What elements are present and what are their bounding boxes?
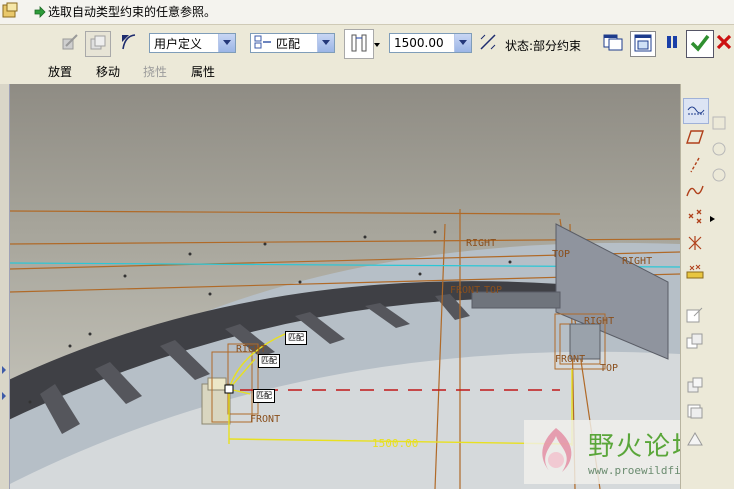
datum-axis-button[interactable] — [683, 154, 707, 178]
datum-curve-icon — [686, 182, 704, 203]
datum-label-top: TOP — [552, 249, 570, 260]
datum-label-top: TOP — [484, 285, 502, 296]
placement-combo-value: 用户定义 — [154, 36, 203, 51]
placement-icon — [60, 32, 80, 55]
constraint-status: 状态:部分约束 — [505, 39, 582, 53]
left-sash[interactable] — [0, 84, 10, 489]
tab-properties[interactable]: 属性 — [191, 63, 215, 80]
chevron-down-icon — [317, 34, 334, 52]
forum-watermark: 野火论坛 www.proewildfire.cn — [524, 420, 680, 484]
offset-type-icon — [349, 33, 369, 56]
tab-flexibility: 挠性 — [143, 65, 168, 79]
pause-icon — [665, 34, 679, 53]
analysis-feature-button[interactable] — [683, 260, 707, 284]
selection-handle[interactable] — [224, 384, 234, 394]
shape-icon — [710, 140, 728, 161]
datum-point-button[interactable] — [683, 206, 707, 230]
constraint-type-value: 匹配 — [276, 36, 301, 51]
placement-combo[interactable]: 用户定义 — [149, 33, 236, 53]
sketch-icon — [686, 306, 704, 327]
check-icon — [690, 33, 710, 56]
copy-tool-button[interactable] — [683, 330, 707, 354]
sketch-tool-button[interactable] — [683, 304, 707, 328]
prompt-message: 选取自动类型约束的任意参照。 — [48, 5, 217, 19]
component-placement-dashboard: 选取自动类型约束的任意参照。 用户定义 匹配 1500.00 状态:部分约束 放… — [0, 0, 734, 85]
coordinate-system-icon — [686, 234, 704, 255]
datum-point-icon — [686, 208, 704, 229]
disabled-tool-icon — [707, 138, 731, 162]
tab-move[interactable]: 移动 — [96, 63, 120, 80]
offset-value-combo[interactable]: 1500.00 — [389, 33, 472, 53]
datum-label-right: RIGHT — [622, 256, 652, 267]
datum-axis-icon — [686, 156, 704, 177]
shape-icon — [710, 114, 728, 135]
close-icon — [716, 34, 732, 53]
connection-icon — [119, 32, 139, 55]
connection-type-button[interactable] — [117, 31, 141, 55]
sash-arrows-icon — [2, 366, 6, 400]
separate-window-button[interactable] — [85, 31, 111, 57]
datum-curve-toggle[interactable] — [683, 98, 709, 124]
chevron-down-icon — [218, 34, 235, 52]
dashboard-tabs: 放置 移动 挠性 属性 — [0, 62, 734, 82]
disabled-tool-icon — [707, 164, 731, 188]
datum-label-front: FRONT — [555, 354, 585, 365]
component-icon — [686, 376, 704, 397]
pause-button[interactable] — [660, 31, 684, 55]
datum-label-right: RIGHT — [584, 316, 614, 327]
disabled-tool-icon — [707, 112, 731, 136]
constraint-tag[interactable]: 匹配 — [258, 354, 280, 368]
layer-tool-button[interactable] — [683, 400, 707, 424]
constraint-tag[interactable]: 匹配 — [285, 331, 307, 345]
flip-icon — [479, 33, 497, 54]
tab-placement[interactable]: 放置 — [48, 63, 72, 80]
message-prompt-bar: 选取自动类型约束的任意参照。 — [0, 0, 734, 25]
dashboard-toolbar: 用户定义 匹配 1500.00 状态:部分约束 — [0, 28, 734, 62]
constraint-type-combo[interactable]: 匹配 — [250, 33, 335, 53]
copy-icon — [686, 332, 704, 353]
datum-label-top: TOP — [600, 363, 618, 374]
separate-window-icon — [603, 33, 623, 54]
datum-plane-icon — [686, 129, 704, 148]
offset-dimension[interactable]: 1500.00 — [372, 437, 418, 450]
sketch-wave-icon — [687, 102, 705, 121]
datum-toolbar — [680, 84, 734, 489]
flame-logo-icon — [542, 428, 572, 472]
layer-icon — [686, 402, 704, 423]
datum-label-front: FRONT — [450, 285, 480, 296]
chevron-down-icon — [454, 34, 471, 52]
main-window-icon — [634, 34, 652, 55]
offset-value: 1500.00 — [394, 36, 444, 50]
flip-constraint-button[interactable] — [476, 31, 500, 55]
match-constraint-icon — [251, 34, 272, 53]
shape-icon — [686, 430, 704, 451]
component-tool-button[interactable] — [683, 374, 707, 398]
shape-tool-button[interactable] — [683, 428, 707, 452]
prompt-arrow-icon — [34, 6, 46, 18]
datum-point-dropdown[interactable] — [707, 206, 717, 230]
shape-icon — [710, 166, 728, 187]
chevron-right-icon — [709, 211, 715, 225]
datum-label-front: FRONT — [250, 414, 280, 425]
main-window-toggle[interactable] — [630, 31, 656, 57]
coordinate-system-button[interactable] — [683, 232, 707, 256]
watermark-url: www.proewildfire.cn — [588, 464, 680, 477]
datum-curve-button[interactable] — [683, 180, 707, 204]
separate-window-toggle[interactable] — [601, 31, 625, 55]
specify-placement-button[interactable] — [58, 31, 82, 55]
offset-type-button[interactable] — [344, 29, 374, 59]
datum-label-right: RIGHT — [466, 238, 496, 249]
chevron-down-icon — [374, 36, 380, 50]
accept-button[interactable] — [686, 30, 714, 58]
offset-type-dropdown[interactable] — [372, 31, 382, 55]
assembly-app-icon — [2, 2, 20, 20]
analysis-icon — [686, 262, 704, 283]
datum-plane-button[interactable] — [683, 126, 707, 150]
constraint-tag[interactable]: 匹配 — [253, 389, 275, 403]
watermark-title: 野火论坛 — [588, 432, 680, 462]
window-icon — [89, 34, 107, 55]
cancel-button[interactable] — [714, 31, 734, 55]
graphics-viewport[interactable]: RIGHT TOP RIGHT FRONT TOP RIGHT FRONT TO… — [0, 84, 680, 489]
